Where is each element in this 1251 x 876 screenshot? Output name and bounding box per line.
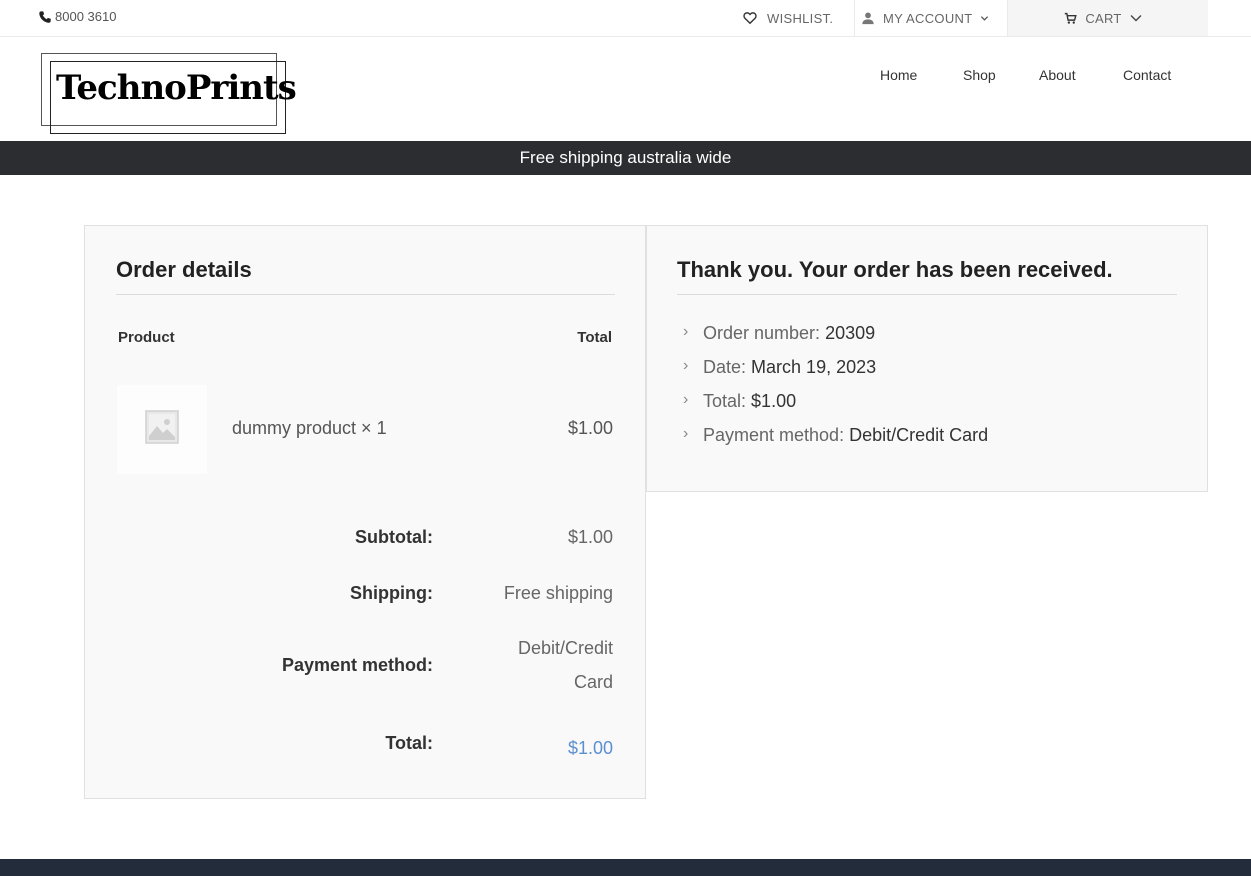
shipping-value: Free shipping [503, 583, 613, 603]
total-label: Total: [385, 733, 433, 753]
product-line-total: $1.00 [567, 418, 613, 438]
column-header-total: Total [577, 329, 612, 346]
payment-method-line-1: Debit/Credit [517, 638, 613, 658]
order-total-value: $1.00 [751, 391, 797, 411]
divider [116, 294, 615, 295]
order-number-item: › Order number: 20309 [683, 323, 875, 344]
chevron-right-icon: › [683, 391, 689, 408]
payment-label: Payment method: [703, 425, 845, 445]
payment-value: Debit/Credit Card [849, 425, 989, 445]
site-footer [0, 859, 1251, 876]
order-total-label: Total: [703, 391, 747, 411]
nav-shop[interactable]: Shop [963, 67, 996, 83]
wishlist-link[interactable]: WISHLIST. [733, 0, 855, 36]
product-thumbnail[interactable] [117, 385, 207, 474]
subtotal-label: Subtotal: [355, 527, 433, 547]
nav-contact[interactable]: Contact [1123, 67, 1171, 83]
top-bar: 8000 3610 WISHLIST. MY ACCOUNT CART [0, 0, 1251, 37]
user-icon [861, 11, 875, 25]
cart-menu[interactable]: CART [1008, 0, 1208, 36]
payment-method-line-2: Card [573, 672, 613, 692]
order-number-label: Order number: [703, 323, 821, 343]
total-value: $1.00 [567, 738, 613, 758]
chevron-right-icon: › [683, 357, 689, 374]
confirmation-title: Thank you. Your order has been received. [677, 257, 1113, 282]
my-account-menu[interactable]: MY ACCOUNT [855, 0, 1008, 36]
order-total-item: › Total: $1.00 [683, 391, 796, 412]
shipping-label: Shipping: [350, 583, 433, 603]
order-number-value: 20309 [825, 323, 876, 343]
chevron-right-icon: › [683, 425, 689, 442]
banner-text: Free shipping australia wide [519, 148, 732, 167]
logo-text: TechnoPrints [56, 68, 297, 108]
image-placeholder-icon [145, 410, 179, 449]
payment-method-label: Payment method: [281, 655, 433, 675]
order-date-value: March 19, 2023 [751, 357, 877, 377]
shipping-banner: Free shipping australia wide [0, 141, 1251, 175]
payment-method-value: Debit/Credit Card [518, 631, 613, 699]
subtotal-value: $1.00 [567, 527, 613, 547]
order-date-label: Date: [703, 357, 747, 377]
payment-method-item: › Payment method: Debit/Credit Card [683, 425, 988, 446]
chevron-right-icon: › [683, 323, 689, 340]
nav-about[interactable]: About [1039, 67, 1076, 83]
chevron-down-icon [980, 14, 989, 23]
chevron-down-icon [1130, 13, 1142, 23]
phone-contact[interactable]: 8000 3610 [38, 9, 116, 24]
cart-icon [1064, 12, 1077, 25]
divider [677, 294, 1177, 295]
nav-home[interactable]: Home [880, 67, 917, 83]
order-details-title: Order details [116, 257, 252, 282]
heart-icon [743, 11, 757, 25]
my-account-label: MY ACCOUNT [883, 10, 973, 26]
product-name[interactable]: dummy product × 1 [232, 418, 387, 439]
phone-icon [38, 10, 52, 24]
order-date-item: › Date: March 19, 2023 [683, 357, 876, 378]
wishlist-label: WISHLIST. [767, 10, 834, 26]
phone-number: 8000 3610 [55, 9, 117, 24]
column-header-product: Product [118, 329, 175, 346]
cart-label: CART [1085, 10, 1122, 26]
order-details-panel [84, 225, 646, 799]
